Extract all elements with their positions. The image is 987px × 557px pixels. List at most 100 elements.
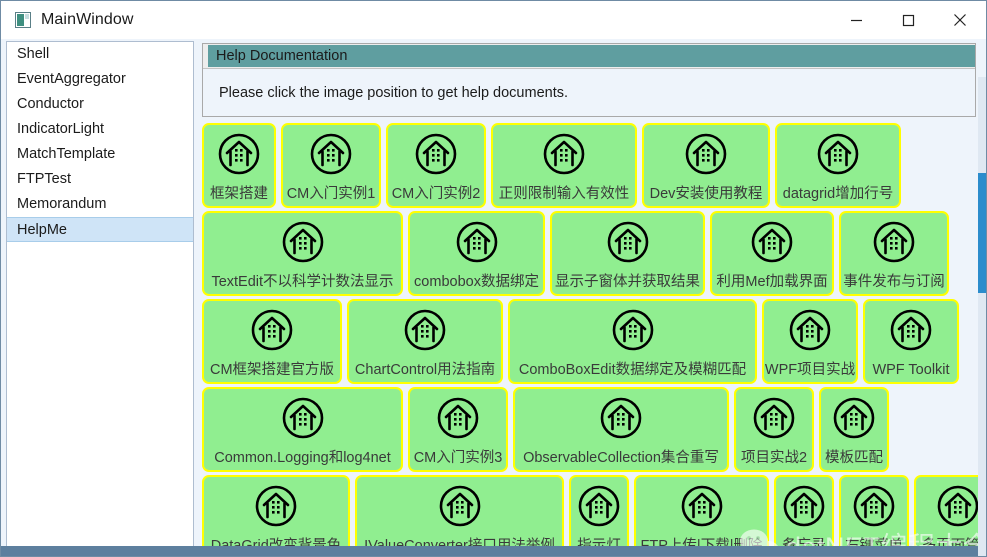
tile-button[interactable]: 右键菜单 xyxy=(839,475,909,553)
home-building-icon xyxy=(783,485,825,527)
tile-button[interactable]: CM入门实例1 xyxy=(281,123,381,208)
sidebar-item-conductor[interactable]: Conductor xyxy=(7,92,193,117)
sidebar-item-matchtemplate[interactable]: MatchTemplate xyxy=(7,142,193,167)
home-building-icon xyxy=(255,485,297,527)
home-building-icon xyxy=(936,483,980,529)
help-documentation-panel: Help Documentation Please click the imag… xyxy=(202,43,976,117)
tile-button[interactable]: 正则限制输入有效性 xyxy=(491,123,637,208)
home-building-icon xyxy=(753,397,795,439)
close-button[interactable] xyxy=(934,1,986,39)
home-building-icon xyxy=(788,307,832,353)
home-building-icon xyxy=(853,485,895,527)
home-building-icon xyxy=(599,395,643,441)
tile-row: Common.Logging和log4net CM入门实例3 ObservableC… xyxy=(202,387,982,474)
sidebar-item-helpme[interactable]: HelpMe xyxy=(7,217,193,242)
tile-button[interactable]: FTP上传|下载|删除 xyxy=(634,475,769,553)
home-building-icon xyxy=(438,483,482,529)
tile-button[interactable]: WPF Toolkit xyxy=(863,299,959,384)
sidebar-item-memorandum[interactable]: Memorandum xyxy=(7,192,193,217)
home-building-icon xyxy=(751,221,793,263)
tile-button[interactable]: IValueConverter接口用法举例 xyxy=(355,475,564,553)
tile-label: WPF项目实战 xyxy=(764,362,856,378)
tile-label: datagrid增加行号 xyxy=(782,186,894,202)
tile-label: 框架搭建 xyxy=(210,186,268,202)
tile-button[interactable]: WPF项目实战 xyxy=(762,299,858,384)
sidebar-item-label: Memorandum xyxy=(17,196,107,212)
tile-label: 模板匹配 xyxy=(825,450,883,466)
home-building-icon xyxy=(281,395,325,441)
tile-button[interactable]: 显示子窗体并获取结果 xyxy=(550,211,705,296)
horizontal-scrollbar[interactable] xyxy=(1,546,978,556)
maximize-button[interactable] xyxy=(882,1,934,39)
main-window: MainWindow Shell EventAggregator Conduct… xyxy=(0,0,987,557)
tile-label: CM入门实例3 xyxy=(413,450,503,466)
home-building-icon xyxy=(600,397,642,439)
sidebar-item-shell[interactable]: Shell xyxy=(7,42,193,67)
tile-label: ObservableCollection集合重写 xyxy=(523,450,719,466)
tile-button[interactable]: Common.Logging和log4net xyxy=(202,387,403,472)
home-building-icon xyxy=(817,133,859,175)
home-building-icon xyxy=(439,485,480,527)
home-building-icon xyxy=(543,133,585,175)
home-building-icon xyxy=(414,131,458,177)
tile-button[interactable]: 项目实战2 xyxy=(734,387,814,472)
home-building-icon xyxy=(404,309,446,351)
sidebar-item-eventaggregator[interactable]: EventAggregator xyxy=(7,67,193,92)
vertical-scrollbar-thumb[interactable] xyxy=(978,173,986,293)
home-building-icon xyxy=(542,131,586,177)
tile-row: 框架搭建 CM入门实例1 CM入门实例2 正则限制输入有效性 Dev安装使用教程 data… xyxy=(202,123,982,210)
tile-label: WPF Toolkit xyxy=(872,362,950,378)
home-building-icon xyxy=(250,307,294,353)
tile-button[interactable]: 指示灯 xyxy=(569,475,629,553)
home-building-icon xyxy=(456,221,497,263)
minimize-icon xyxy=(850,19,862,21)
home-building-icon xyxy=(455,219,499,265)
tile-label: ChartControl用法指南 xyxy=(354,362,496,378)
tile-button[interactable]: ObservableCollection集合重写 xyxy=(513,387,729,472)
tile-button[interactable]: 备忘录 xyxy=(774,475,834,553)
tile-button[interactable]: CM入门实例2 xyxy=(386,123,486,208)
home-building-icon xyxy=(782,483,826,529)
tile-button[interactable]: datagrid增加行号 xyxy=(775,123,901,208)
tile-button[interactable]: combobox数据绑定 xyxy=(408,211,545,296)
tile-button[interactable]: 多页面管理 xyxy=(914,475,982,553)
home-building-icon xyxy=(578,485,620,527)
tile-button[interactable]: CM入门实例3 xyxy=(408,387,508,472)
tile-label: CM入门实例1 xyxy=(286,186,376,202)
tile-button[interactable]: CM框架搭建官方版 xyxy=(202,299,342,384)
tile-button[interactable]: 利用Mef加载界面 xyxy=(710,211,834,296)
sidebar-item-label: EventAggregator xyxy=(17,71,126,87)
tile-button[interactable]: ComboBoxEdit数据绑定及模糊匹配 xyxy=(508,299,757,384)
home-building-icon xyxy=(832,395,876,441)
sidebar-item-label: HelpMe xyxy=(17,222,67,238)
home-building-icon xyxy=(607,221,648,263)
tile-button[interactable]: Dev安装使用教程 xyxy=(642,123,770,208)
tile-button[interactable]: 框架搭建 xyxy=(202,123,276,208)
home-building-icon xyxy=(852,483,896,529)
sidebar-item-ftptest[interactable]: FTPTest xyxy=(7,167,193,192)
sidebar-item-label: IndicatorLight xyxy=(17,121,105,137)
tile-label: 事件发布与订阅 xyxy=(843,274,945,290)
content-area: Help Documentation Please click the imag… xyxy=(200,41,982,553)
tile-button[interactable]: 事件发布与订阅 xyxy=(839,211,949,296)
help-panel-header: Help Documentation xyxy=(203,44,975,68)
minimize-button[interactable] xyxy=(830,1,882,39)
home-building-icon xyxy=(281,219,325,265)
home-building-icon xyxy=(937,485,979,527)
tile-button[interactable]: TextEdit不以科学计数法显示 xyxy=(202,211,403,296)
home-building-icon xyxy=(611,307,655,353)
tile-button[interactable]: 模板匹配 xyxy=(819,387,889,472)
vertical-scrollbar[interactable] xyxy=(978,77,986,556)
help-panel-message: Please click the image position to get h… xyxy=(203,68,975,116)
tile-label: combobox数据绑定 xyxy=(414,274,539,290)
window-controls xyxy=(830,1,986,39)
home-building-icon xyxy=(681,485,722,527)
sidebar-item-label: Conductor xyxy=(17,96,84,112)
tile-button[interactable]: ChartControl用法指南 xyxy=(347,299,503,384)
home-building-icon xyxy=(889,307,933,353)
sidebar-item-indicatorlight[interactable]: IndicatorLight xyxy=(7,117,193,142)
home-building-icon xyxy=(684,131,728,177)
home-building-icon xyxy=(415,133,457,175)
tile-button[interactable]: DataGrid改变背景色 xyxy=(202,475,350,553)
home-building-icon xyxy=(890,309,932,351)
